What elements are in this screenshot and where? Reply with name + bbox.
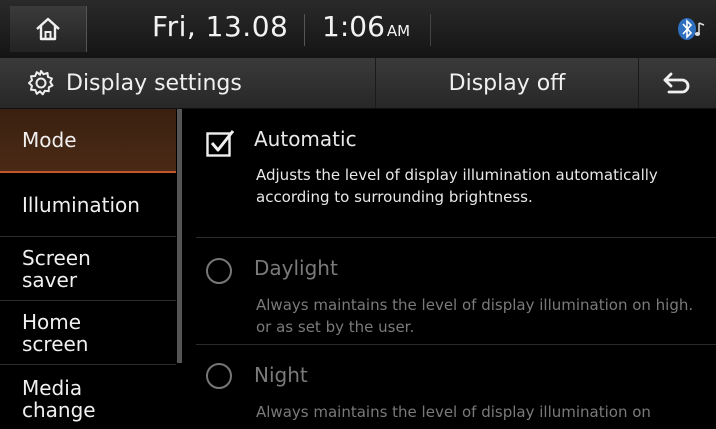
options-panel: Automatic Adjusts the level of display i… bbox=[184, 109, 716, 425]
clock-divider-2 bbox=[430, 14, 431, 46]
title-bar: Display settings Display off bbox=[0, 58, 716, 109]
page-title: Display settings bbox=[66, 70, 242, 96]
time-display: 1:06 AM bbox=[322, 10, 410, 43]
option-title: Night bbox=[254, 363, 308, 387]
back-arrow-icon bbox=[663, 72, 690, 94]
time-value: 1:06 bbox=[322, 10, 385, 43]
title-area: Display settings bbox=[0, 58, 374, 108]
time-ampm: AM bbox=[386, 22, 411, 40]
back-button[interactable] bbox=[638, 58, 716, 108]
gear-icon bbox=[28, 70, 54, 96]
option-night[interactable]: Night Always maintains the level of disp… bbox=[184, 345, 716, 425]
sidebar-item-media-change[interactable]: Media change bbox=[0, 365, 176, 429]
display-off-button[interactable]: Display off bbox=[375, 58, 639, 108]
option-description: Always maintains the level of display il… bbox=[256, 403, 651, 421]
sidebar-item-illumination[interactable]: Illumination bbox=[0, 173, 176, 237]
sidebar-item-label: Mode bbox=[22, 128, 77, 152]
sidebar-item-screen-saver[interactable]: Screen saver bbox=[0, 237, 176, 301]
home-icon bbox=[36, 17, 60, 41]
sidebar: Mode Illumination Screen saver Home scre… bbox=[0, 109, 178, 425]
option-title: Automatic bbox=[254, 127, 357, 151]
option-description: Always maintains the level of display il… bbox=[256, 296, 694, 336]
home-button[interactable] bbox=[10, 6, 87, 52]
sidebar-scrollbar[interactable] bbox=[177, 109, 182, 363]
bluetooth-audio-icon bbox=[678, 18, 705, 40]
option-title: Daylight bbox=[254, 256, 338, 280]
option-daylight[interactable]: Daylight Always maintains the level of d… bbox=[184, 238, 716, 344]
option-automatic[interactable]: Automatic Adjusts the level of display i… bbox=[184, 109, 716, 237]
clock-divider bbox=[304, 14, 305, 46]
sidebar-item-label: Screen saver bbox=[22, 245, 91, 292]
radio-button[interactable] bbox=[206, 258, 232, 284]
status-bar: Fri, 13.08 1:06 AM bbox=[0, 0, 716, 59]
sidebar-item-home-screen[interactable]: Home screen bbox=[0, 301, 176, 365]
date-display: Fri, 13.08 bbox=[152, 10, 289, 43]
option-description: Adjusts the level of display illuminatio… bbox=[256, 166, 658, 206]
checkbox-checked-icon[interactable] bbox=[206, 129, 236, 157]
sidebar-item-mode[interactable]: Mode bbox=[0, 109, 176, 173]
sidebar-item-label: Illumination bbox=[22, 192, 140, 217]
sidebar-item-label: Media change bbox=[22, 376, 96, 422]
radio-button[interactable] bbox=[206, 363, 232, 389]
sidebar-item-label: Home screen bbox=[22, 309, 89, 356]
